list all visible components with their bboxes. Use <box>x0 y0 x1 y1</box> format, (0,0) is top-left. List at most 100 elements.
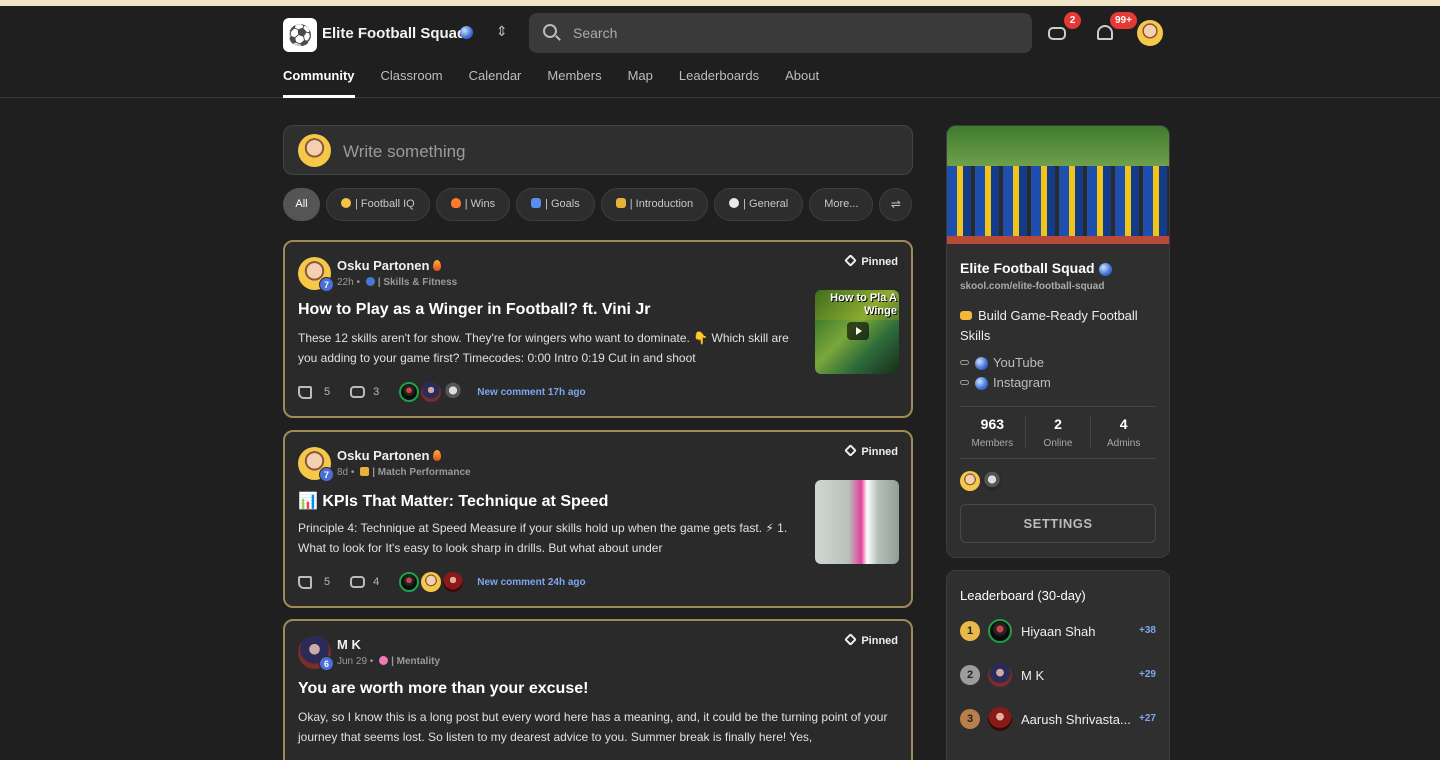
search-input[interactable] <box>573 23 1013 43</box>
avatar[interactable] <box>960 471 980 491</box>
comment-count: 3 <box>373 386 380 398</box>
new-comment-link[interactable]: New comment 17h ago <box>477 387 585 398</box>
avatar <box>399 382 420 402</box>
user-avatar[interactable] <box>1137 20 1163 46</box>
composer-placeholder: Write something <box>343 142 466 161</box>
tab-about[interactable]: About <box>785 68 819 98</box>
post-time: 22h <box>337 277 354 288</box>
new-comment-link[interactable]: New comment 24h ago <box>477 577 585 588</box>
stat-label: Members <box>971 438 1014 449</box>
globe-icon <box>460 26 473 39</box>
link-icon <box>960 380 969 385</box>
post-category[interactable]: | Mentality <box>391 656 440 667</box>
community-tagline: Build Game-Ready Football Skills <box>960 306 1160 346</box>
author-name: Osku Partonen <box>337 258 430 273</box>
post-thumbnail[interactable] <box>815 480 899 564</box>
globe-icon <box>975 357 988 371</box>
post-actions: 5 3 New comment 17h ago <box>298 382 586 402</box>
filter-goals[interactable]: | Goals <box>516 188 595 221</box>
notifications-button[interactable]: 99+ <box>1094 12 1137 46</box>
post-author[interactable]: Osku Partonen <box>337 448 442 463</box>
link-label: YouTube <box>993 355 1045 370</box>
globe-icon <box>975 377 988 391</box>
post-category[interactable]: | Match Performance <box>372 467 470 478</box>
pinned-text: Pinned <box>861 635 898 647</box>
avatar <box>421 572 442 592</box>
leaderboard-row[interactable]: 2 M K +29 <box>960 663 1156 693</box>
filter-wins[interactable]: | Wins <box>435 188 511 221</box>
post-title[interactable]: 📊 KPIs That Matter: Technique at Speed <box>298 491 608 511</box>
stat-online[interactable]: 2 Online <box>1026 416 1092 449</box>
avatar <box>988 619 1012 643</box>
chat-button[interactable]: 2 <box>1046 12 1081 46</box>
search-bar[interactable] <box>529 13 1032 53</box>
tab-members[interactable]: Members <box>547 68 601 98</box>
level-badge: 6 <box>319 656 334 671</box>
author-name: Osku Partonen <box>337 448 430 463</box>
community-stats: 963 Members 2 Online 4 Admins <box>960 416 1156 449</box>
search-icon <box>543 24 557 38</box>
app-title[interactable]: Elite Football Squad <box>322 25 466 42</box>
filter-more[interactable]: More... <box>809 188 874 221</box>
youtube-link[interactable]: YouTube <box>960 355 1045 371</box>
filter-introduction[interactable]: | Introduction <box>600 188 709 221</box>
stat-value: 2 <box>1054 416 1062 432</box>
post-title[interactable]: You are worth more than your excuse! <box>298 680 588 698</box>
tab-community[interactable]: Community <box>283 68 355 98</box>
community-logo-icon[interactable]: ⚽ <box>283 18 317 52</box>
tab-calendar[interactable]: Calendar <box>469 68 522 98</box>
post-excerpt: These 12 skills aren't for show. They're… <box>298 331 789 365</box>
top-navigation: ⚽ Elite Football Squad ⇕ 2 99+ Community… <box>0 6 1440 98</box>
stat-members[interactable]: 963 Members <box>960 416 1026 449</box>
comment-icon[interactable] <box>350 386 366 398</box>
leaderboard-points: +29 <box>1139 669 1156 680</box>
post-actions: 5 4 New comment 24h ago <box>298 572 586 592</box>
tab-map[interactable]: Map <box>628 68 653 98</box>
post-author[interactable]: Osku Partonen <box>337 258 442 273</box>
filter-football-iq[interactable]: | Football IQ <box>326 188 430 221</box>
pin-icon <box>844 444 858 457</box>
medal-icon: 1 <box>960 621 980 641</box>
instagram-link[interactable]: Instagram <box>960 375 1051 391</box>
like-icon[interactable] <box>298 385 312 399</box>
comment-icon[interactable] <box>350 576 366 588</box>
pinned-text: Pinned <box>861 446 898 458</box>
like-icon[interactable] <box>298 575 312 589</box>
tab-leaderboards[interactable]: Leaderboards <box>679 68 759 98</box>
avatar <box>988 663 1012 687</box>
chat-badge: 2 <box>1064 12 1081 29</box>
settings-button[interactable]: SETTINGS <box>960 504 1156 543</box>
post-thumbnail[interactable]: How to Pla A Winge <box>815 290 899 374</box>
leaderboard-row[interactable]: 1 Hiyaan Shah +38 <box>960 619 1156 649</box>
lightbulb-icon <box>341 198 351 208</box>
leaderboard-row[interactable]: 3 Aarush Shrivasta... +27 <box>960 707 1156 737</box>
leaderboard-name: Aarush Shrivasta... <box>1021 712 1131 727</box>
post-composer[interactable]: Write something <box>283 125 913 175</box>
pointing-hand-icon <box>960 311 972 320</box>
post-category[interactable]: | Skills & Fitness <box>378 277 458 288</box>
speech-bubble-icon <box>729 198 740 208</box>
link-label: Instagram <box>993 375 1051 390</box>
filter-label: | Wins <box>464 198 496 210</box>
leaderboard-name: Hiyaan Shah <box>1021 624 1096 639</box>
stat-value: 4 <box>1119 416 1128 432</box>
community-switcher-icon[interactable]: ⇕ <box>496 23 508 40</box>
community-info-card: Elite Football Squad skool.com/elite-foo… <box>946 125 1170 558</box>
filter-general[interactable]: | General <box>714 188 804 221</box>
stat-admins[interactable]: 4 Admins <box>1091 416 1156 449</box>
avatar[interactable] <box>982 471 1002 491</box>
main-tabs: Community Classroom Calendar Members Map… <box>283 68 845 98</box>
post-author[interactable]: M K <box>337 637 361 652</box>
post-excerpt: Principle 4: Technique at Speed Measure … <box>298 521 788 555</box>
filter-all[interactable]: All <box>283 188 320 221</box>
post-card[interactable]: 7 Osku Partonen 8d • | Match Performance… <box>283 430 913 608</box>
tab-classroom[interactable]: Classroom <box>381 68 443 98</box>
post-card[interactable]: 6 M K Jun 29 • | Mentality Pinned You ar… <box>283 619 913 760</box>
filter-settings-icon[interactable]: ⇌ <box>879 188 913 221</box>
post-title[interactable]: How to Play as a Winger in Football? ft.… <box>298 301 651 319</box>
commenter-avatars <box>399 572 465 592</box>
post-card[interactable]: 7 Osku Partonen 22h • | Skills & Fitness… <box>283 240 913 418</box>
pin-icon <box>844 633 858 646</box>
community-name: Elite Football Squad <box>960 260 1095 276</box>
community-url: skool.com/elite-football-squad <box>960 281 1105 292</box>
